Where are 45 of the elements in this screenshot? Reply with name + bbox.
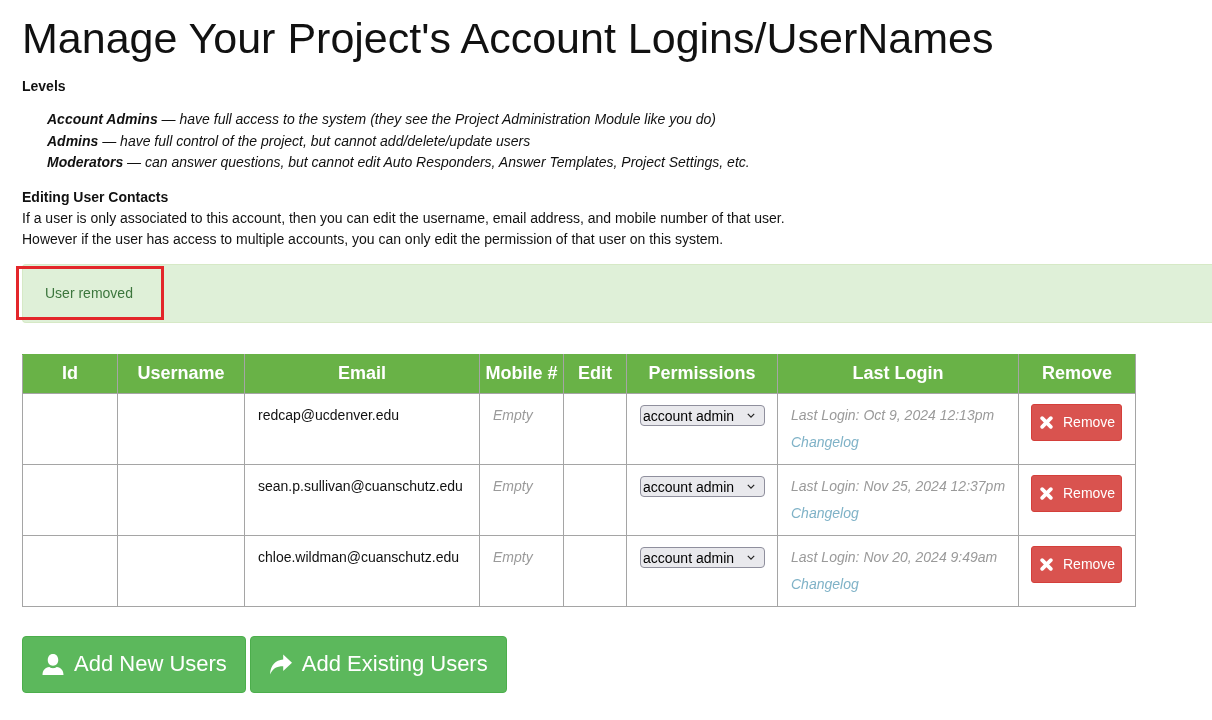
alert-message: User removed bbox=[45, 284, 133, 301]
caret-icon bbox=[747, 555, 755, 561]
permission-select[interactable]: account admin bbox=[640, 547, 765, 569]
user-email: chloe.wildman@cuanschutz.edu bbox=[258, 548, 459, 565]
curved-arrow-icon bbox=[269, 653, 292, 675]
level-description: Account Admins — have full access to the system (they see the Project Administration Module like you do) bbox=[47, 110, 717, 129]
user-email: redcap@ucdenver.edu bbox=[258, 406, 400, 423]
column-header: Email bbox=[244, 354, 480, 393]
caret-icon bbox=[747, 413, 755, 419]
caret-icon bbox=[747, 484, 755, 490]
column-header: Last Login bbox=[777, 354, 1019, 393]
section-heading: Levels bbox=[22, 77, 67, 96]
remove-button[interactable]: Remove bbox=[1031, 474, 1122, 512]
column-header: Mobile # bbox=[479, 354, 564, 393]
remove-button[interactable]: Remove bbox=[1031, 403, 1122, 441]
permission-select[interactable]: account admin bbox=[640, 476, 765, 498]
level-description: Moderators — can answer questions, but cannot edit Auto Responders, Answer Templates, Project Settings, etc. bbox=[47, 153, 750, 172]
mobile-field[interactable]: Empty bbox=[493, 406, 533, 423]
mobile-field[interactable]: Empty bbox=[493, 477, 533, 494]
last-login-text: Last Login: Nov 25, 2024 12:37pm bbox=[791, 476, 1006, 496]
user-email: sean.p.sullivan@cuanschutz.edu bbox=[258, 477, 463, 494]
remove-button[interactable]: Remove bbox=[1031, 545, 1122, 583]
column-header: Edit bbox=[563, 354, 627, 393]
user-icon bbox=[42, 653, 64, 675]
last-login-text: Last Login: Nov 20, 2024 9:49am bbox=[791, 547, 998, 567]
cross-icon bbox=[1040, 557, 1053, 571]
page-title: Manage Your Project's Account Logins/UserNames bbox=[22, 13, 994, 64]
last-login-text: Last Login: Oct 9, 2024 12:13pm bbox=[791, 405, 995, 425]
column-header: Remove bbox=[1018, 354, 1136, 393]
cross-icon bbox=[1040, 415, 1053, 429]
add-existing-users-button[interactable]: Add Existing Users bbox=[249, 635, 507, 693]
cross-icon bbox=[1040, 486, 1053, 500]
changelog-link[interactable]: Changelog bbox=[791, 499, 859, 527]
column-header: Id bbox=[22, 354, 118, 393]
changelog-link[interactable]: Changelog bbox=[791, 570, 859, 598]
body-text: If a user is only associated to this account, then you can edit the username, email address, and mobile number of that user. bbox=[22, 208, 785, 228]
permission-select[interactable]: account admin bbox=[640, 405, 765, 427]
mobile-field[interactable]: Empty bbox=[493, 548, 533, 565]
body-text: However if the user has access to multiple accounts, you can only edit the permission of that user on this system. bbox=[22, 230, 725, 249]
changelog-link[interactable]: Changelog bbox=[791, 428, 859, 456]
add-new-users-button[interactable]: Add New Users bbox=[22, 635, 246, 693]
section-heading: Editing User Contacts bbox=[22, 187, 170, 207]
column-header: Permissions bbox=[626, 354, 778, 393]
column-header: Username bbox=[117, 354, 245, 393]
level-description: Admins — have full control of the project, but cannot add/delete/update users bbox=[47, 131, 532, 151]
